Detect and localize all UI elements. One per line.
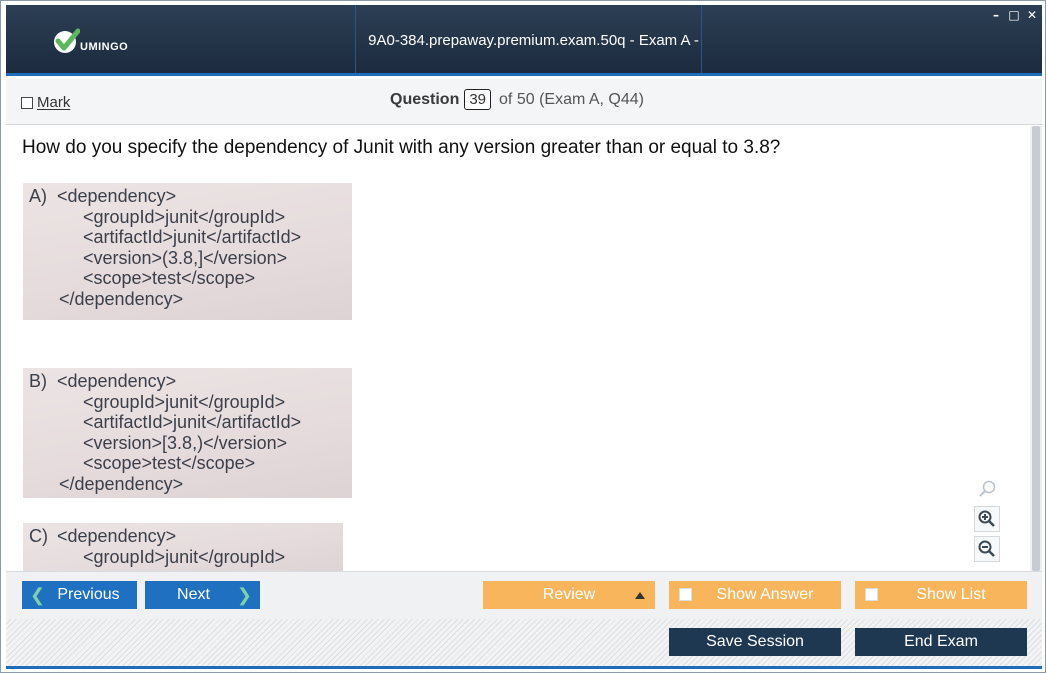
check-logo-icon: [54, 28, 80, 53]
end-exam-button[interactable]: End Exam: [855, 628, 1027, 656]
exam-player-window: UMINGO 9A0-384.prepaway.premium.exam.50q…: [0, 0, 1046, 673]
zoom-in-icon[interactable]: [974, 506, 1000, 532]
question-total: of 50 (Exam A, Q44): [499, 90, 644, 108]
chevron-left-icon: ❮: [30, 584, 46, 605]
show-list-button[interactable]: Show List: [855, 581, 1027, 609]
code-line: <dependency>: [57, 186, 177, 206]
show-answer-checkbox[interactable]: [679, 588, 692, 601]
title-bar: UMINGO 9A0-384.prepaway.premium.exam.50q…: [6, 5, 1042, 121]
mark-label: Mark: [37, 94, 71, 111]
code-line: <artifactId>junit</artifactId>: [83, 227, 302, 247]
bottom-accent-line: [6, 666, 1042, 669]
navigation-bar: ❮ Previous Next ❯ Review Show Answer Sho…: [6, 571, 1042, 619]
mark-checkbox[interactable]: Mark: [21, 94, 70, 111]
code-line: <version>(3.8,]</version>: [83, 247, 288, 268]
question-counter: Question 39 of 50 (Exam A, Q44): [390, 89, 644, 110]
question-header: Mark Question 39 of 50 (Exam A, Q44): [6, 79, 1042, 125]
code-line: <artifactId>junit</artifactId>: [83, 412, 302, 432]
question-label: Question: [390, 90, 460, 108]
code-line: <scope>test</scope>: [83, 453, 256, 473]
zoom-out-icon[interactable]: [974, 536, 1000, 562]
option-letter: A): [29, 186, 47, 206]
code-line: </dependency>: [59, 473, 184, 494]
title-divider: [701, 5, 702, 73]
review-button[interactable]: Review: [483, 581, 655, 609]
zoom-controls: [974, 476, 1002, 566]
code-line: <dependency>: [57, 371, 177, 391]
code-line: <groupId>junit</groupId>: [83, 391, 286, 412]
review-label: Review: [542, 586, 596, 603]
option-letter: C): [29, 526, 48, 546]
logo-text: UMINGO: [80, 41, 129, 53]
chevron-right-icon: ❯: [236, 584, 252, 605]
scrollbar-thumb[interactable]: [1032, 126, 1040, 571]
show-list-checkbox[interactable]: [865, 588, 878, 601]
code-line: <scope>test</scope>: [83, 268, 256, 288]
show-answer-button[interactable]: Show Answer: [669, 581, 841, 609]
close-button[interactable]: ✕: [1026, 7, 1038, 23]
next-button[interactable]: Next ❯: [145, 581, 260, 609]
save-session-button[interactable]: Save Session: [669, 628, 841, 656]
minimize-button[interactable]: –: [990, 7, 1002, 23]
mark-checkbox-box[interactable]: [21, 96, 33, 109]
search-icon[interactable]: [974, 476, 1000, 502]
option-c-image[interactable]: C) <dependency> <groupId>junit</groupId>: [23, 523, 343, 571]
code-line: </dependency>: [59, 288, 184, 309]
window-title: 9A0-384.prepaway.premium.exam.50q - Exam…: [368, 32, 699, 121]
question-text: How do you specify the dependency of Jun…: [22, 137, 781, 158]
option-b-image[interactable]: B) <dependency> <groupId>junit</groupId> …: [23, 368, 352, 498]
code-line: <groupId>junit</groupId>: [83, 546, 286, 567]
previous-label: Previous: [57, 586, 120, 603]
vertical-scrollbar[interactable]: [1030, 126, 1042, 571]
code-line: <groupId>junit</groupId>: [83, 206, 286, 227]
previous-button[interactable]: ❮ Previous: [22, 581, 137, 609]
session-bar: Save Session End Exam: [6, 619, 1042, 667]
option-letter: B): [29, 371, 47, 391]
app-logo: UMINGO: [52, 27, 142, 57]
option-a-image[interactable]: A) <dependency> <groupId>junit</groupId> …: [23, 183, 352, 320]
maximize-button[interactable]: □: [1008, 7, 1020, 23]
question-number-input[interactable]: 39: [464, 89, 492, 110]
show-list-label: Show List: [916, 586, 986, 603]
code-line: <version>[3.8,)</version>: [83, 432, 288, 453]
code-line: <dependency>: [57, 526, 177, 546]
triangle-up-icon: [635, 592, 645, 599]
end-exam-label: End Exam: [904, 633, 978, 650]
show-answer-label: Show Answer: [716, 586, 814, 603]
window-controls: – □ ✕: [990, 7, 1038, 23]
question-content: How do you specify the dependency of Jun…: [6, 126, 1026, 571]
save-session-label: Save Session: [706, 633, 804, 650]
title-divider: [355, 5, 356, 73]
next-label: Next: [177, 586, 210, 603]
